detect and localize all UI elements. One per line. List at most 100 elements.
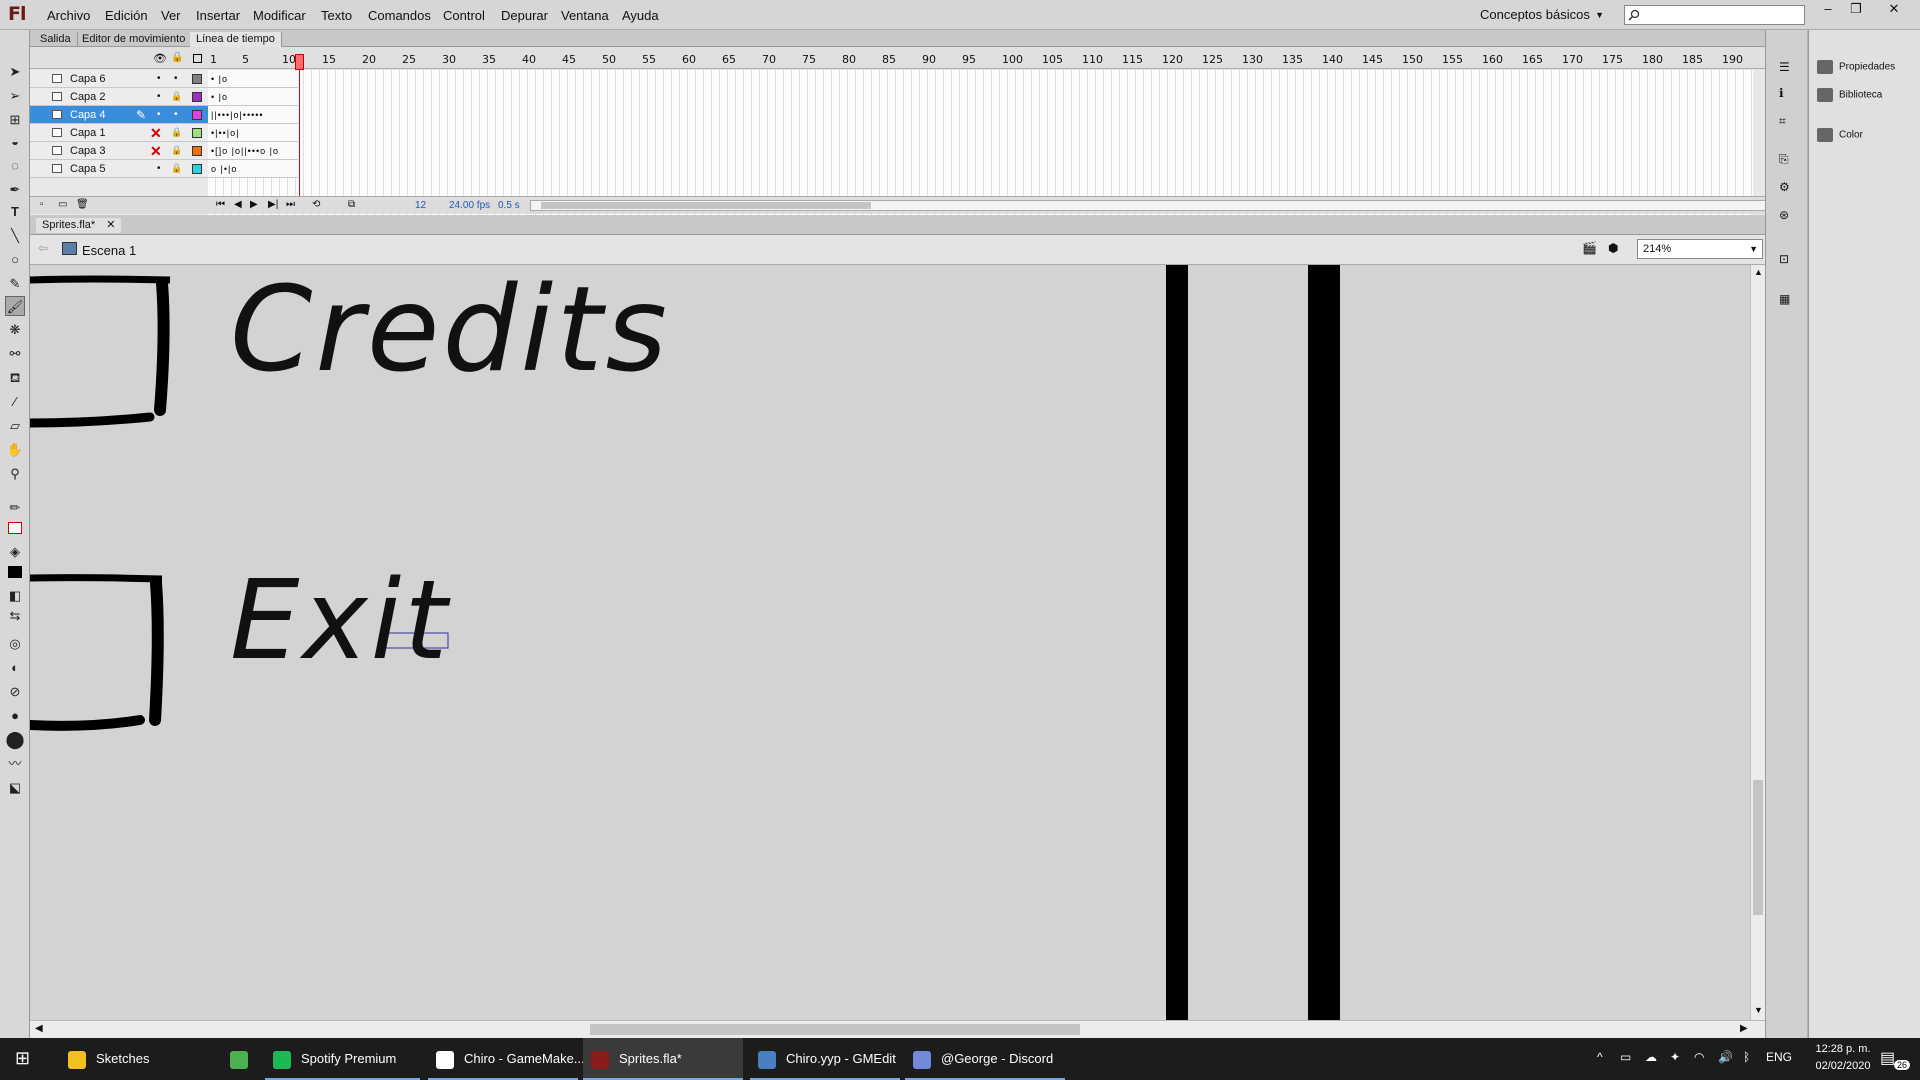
frame-number[interactable]: 160 [1482, 53, 1503, 66]
layer-row[interactable]: Capa 2 • 🔒 [30, 88, 208, 106]
subselection-tool-icon[interactable]: ➢ [5, 86, 25, 106]
workspace-selector[interactable]: Conceptos básicos ▼ [1480, 4, 1608, 26]
deco-tool-icon[interactable]: ❋ [5, 320, 25, 340]
exit-text[interactable]: Exit [230, 565, 450, 675]
frame-number[interactable]: 185 [1682, 53, 1703, 66]
scroll-right-icon[interactable]: ▶ [1740, 1023, 1748, 1034]
oval-tool-icon[interactable]: ○ [5, 250, 25, 270]
layer-name[interactable]: Capa 2 [70, 91, 105, 103]
menu-control[interactable]: Control [443, 8, 485, 23]
frame-rate[interactable]: 24.00 fps [449, 200, 490, 211]
project-icon[interactable]: ⊡ [1779, 252, 1789, 266]
frame-number[interactable]: 165 [1522, 53, 1543, 66]
paint-bucket-tool-icon[interactable]: ⛾ [5, 368, 25, 388]
brush-shape-icon[interactable]: ⬤ [5, 730, 25, 750]
frame-number[interactable]: 50 [602, 53, 616, 66]
stroke-swatch-icon[interactable] [5, 520, 25, 540]
frame-number[interactable]: 115 [1122, 53, 1143, 66]
layer-color-swatch[interactable] [192, 164, 202, 174]
delete-layer-icon[interactable]: 🗑 [76, 199, 89, 210]
menu-modificar[interactable]: Modificar [253, 8, 306, 23]
unlocked-dot-icon[interactable]: • [174, 73, 178, 84]
biblioteca-panel[interactable]: Biblioteca [1817, 88, 1882, 102]
scroll-up-icon[interactable]: ▲ [1754, 267, 1763, 277]
components-icon[interactable]: ⚙ [1779, 180, 1790, 194]
frame-number[interactable]: 135 [1282, 53, 1303, 66]
motion-presets-icon[interactable]: ⊛ [1779, 208, 1789, 222]
current-frame[interactable]: 12 [415, 200, 426, 211]
scene-name[interactable]: Escena 1 [82, 243, 136, 258]
onion-skin-icon[interactable]: ⧉ [348, 199, 355, 210]
color-panel[interactable]: Color [1817, 128, 1863, 142]
frame-number[interactable]: 60 [682, 53, 696, 66]
hand-tool-icon[interactable]: ✋ [5, 440, 25, 460]
clock-time[interactable]: 12:28 p. m. [1808, 1043, 1878, 1055]
taskbar-item[interactable]: Sketches [60, 1038, 210, 1080]
minimize-button[interactable]: – [1814, 0, 1842, 18]
menu-insertar[interactable]: Insertar [196, 8, 240, 23]
visible-dot-icon[interactable]: • [157, 73, 161, 84]
frame-number[interactable]: 105 [1042, 53, 1063, 66]
menu-ventana[interactable]: Ventana [561, 8, 609, 23]
3d-rotation-tool-icon[interactable]: ◒ [5, 132, 25, 152]
layer-name[interactable]: Capa 4 [70, 109, 105, 121]
frame-number[interactable]: 130 [1242, 53, 1263, 66]
layer-color-swatch[interactable] [192, 146, 202, 156]
volume-icon[interactable]: 🔊 [1718, 1050, 1733, 1064]
new-folder-icon[interactable]: ▭ [58, 199, 67, 210]
scroll-left-icon[interactable]: ◀ [35, 1023, 43, 1034]
bone-tool-icon[interactable]: ⚯ [5, 344, 25, 364]
lock-icon[interactable]: 🔒 [171, 145, 182, 156]
taskbar-item[interactable]: @George - Discord [905, 1038, 1065, 1080]
swap-colors-icon[interactable]: ⇆ [5, 606, 25, 626]
last-frame-icon[interactable]: ⏭ [286, 199, 295, 210]
layer-name[interactable]: Capa 1 [70, 127, 105, 139]
taskbar-item[interactable]: Chiro.yyp - GMEdit [750, 1038, 900, 1080]
lock-fill-icon[interactable]: ⊘ [5, 682, 25, 702]
first-frame-icon[interactable]: ⏮ [216, 199, 225, 210]
black-bar[interactable] [1308, 265, 1340, 1020]
tab-linea-de-tiempo[interactable]: Línea de tiempo [190, 32, 282, 47]
pressure-icon[interactable]: 〰 [5, 754, 25, 774]
taskbar-item[interactable]: Chiro - GameMake... [428, 1038, 585, 1080]
back-arrow-icon[interactable]: ⇦ [38, 241, 48, 255]
visible-dot-icon[interactable]: • [157, 91, 161, 102]
next-frame-icon[interactable]: ▶| [268, 199, 278, 210]
tab-salida[interactable]: Salida [34, 32, 78, 47]
fill-swatch-icon[interactable] [5, 564, 25, 584]
dropbox-icon[interactable]: ✦ [1670, 1050, 1680, 1064]
edit-symbols-icon[interactable]: ⬢ [1608, 241, 1618, 255]
frame-number[interactable]: 85 [882, 53, 896, 66]
taskbar-item[interactable] [222, 1038, 262, 1080]
layer-frames[interactable]: •[]o |o||•••o |o [208, 142, 298, 160]
layer-row[interactable]: Capa 4 ✎ • • [30, 106, 208, 124]
visible-dot-icon[interactable]: • [157, 163, 161, 174]
loop-icon[interactable]: ⟲ [312, 199, 320, 210]
propiedades-panel[interactable]: Propiedades [1817, 60, 1895, 74]
lock-icon[interactable]: 🔒 [171, 163, 182, 174]
taskbar-item[interactable]: Sprites.fla* [583, 1038, 743, 1080]
notifications-icon[interactable]: ▤ [1880, 1048, 1895, 1068]
frame-number[interactable]: 175 [1602, 53, 1623, 66]
frame-number[interactable]: 145 [1362, 53, 1383, 66]
scroll-thumb[interactable] [1753, 780, 1763, 915]
menu-edicion[interactable]: Edición [105, 8, 148, 23]
new-layer-icon[interactable]: ▫ [40, 199, 44, 210]
frame-number[interactable]: 120 [1162, 53, 1183, 66]
menu-ayuda[interactable]: Ayuda [622, 8, 659, 23]
scroll-thumb[interactable] [541, 202, 871, 209]
chevron-up-icon[interactable]: ^ [1597, 1050, 1603, 1064]
eraser-tool-icon[interactable]: ▱ [5, 416, 25, 436]
brush-stroke[interactable] [149, 577, 164, 726]
frame-number[interactable]: 170 [1562, 53, 1583, 66]
zoom-select[interactable]: 214% ▼ [1637, 239, 1763, 259]
help-search-input[interactable] [1624, 5, 1805, 25]
line-tool-icon[interactable]: ╲ [5, 226, 25, 246]
layer-row[interactable]: Capa 6 • • [30, 70, 208, 88]
tab-editor-movimiento[interactable]: Editor de movimiento [76, 32, 193, 47]
lasso-tool-icon[interactable]: ◌ [5, 156, 25, 176]
default-colors-icon[interactable]: ◧ [5, 586, 25, 606]
lock-icon[interactable]: 🔒 [171, 52, 183, 63]
frame-number[interactable]: 190 [1722, 53, 1743, 66]
frame-number[interactable]: 80 [842, 53, 856, 66]
